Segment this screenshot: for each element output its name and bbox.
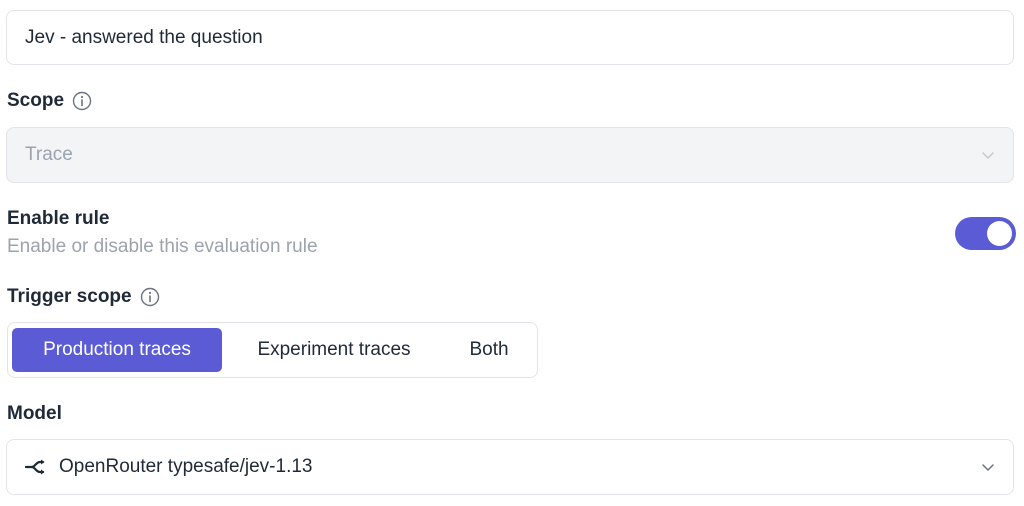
info-icon[interactable] bbox=[72, 91, 92, 111]
trigger-scope-option-experiment[interactable]: Experiment traces bbox=[222, 328, 446, 372]
chevron-down-icon bbox=[982, 152, 994, 159]
model-select[interactable]: OpenRouter typesafe/jev-1.13 bbox=[6, 439, 1014, 495]
info-icon[interactable] bbox=[140, 287, 160, 307]
toggle-knob bbox=[987, 221, 1012, 246]
model-label-text: Model bbox=[7, 403, 62, 424]
scope-label: Scope bbox=[7, 90, 92, 112]
model-label: Model bbox=[7, 403, 62, 425]
trigger-scope-label: Trigger scope bbox=[7, 286, 160, 308]
trigger-scope-segmented-control: Production traces Experiment traces Both bbox=[7, 322, 538, 378]
scope-label-text: Scope bbox=[7, 90, 65, 111]
enable-rule-toggle[interactable] bbox=[955, 217, 1016, 250]
rule-name-value: Jev - answered the question bbox=[25, 26, 263, 48]
trigger-scope-option-both[interactable]: Both bbox=[446, 328, 532, 372]
enable-rule-description: Enable or disable this evaluation rule bbox=[7, 236, 318, 257]
trigger-scope-option-production[interactable]: Production traces bbox=[12, 328, 222, 372]
scope-select-value: Trace bbox=[25, 144, 73, 165]
scope-select[interactable]: Trace bbox=[6, 127, 1014, 183]
enable-rule-title: Enable rule bbox=[7, 208, 110, 229]
openrouter-icon bbox=[25, 459, 45, 475]
rule-name-input[interactable]: Jev - answered the question bbox=[6, 10, 1014, 65]
chevron-down-icon bbox=[982, 464, 994, 471]
trigger-scope-label-text: Trigger scope bbox=[7, 286, 132, 307]
model-select-value: OpenRouter typesafe/jev-1.13 bbox=[59, 456, 313, 477]
